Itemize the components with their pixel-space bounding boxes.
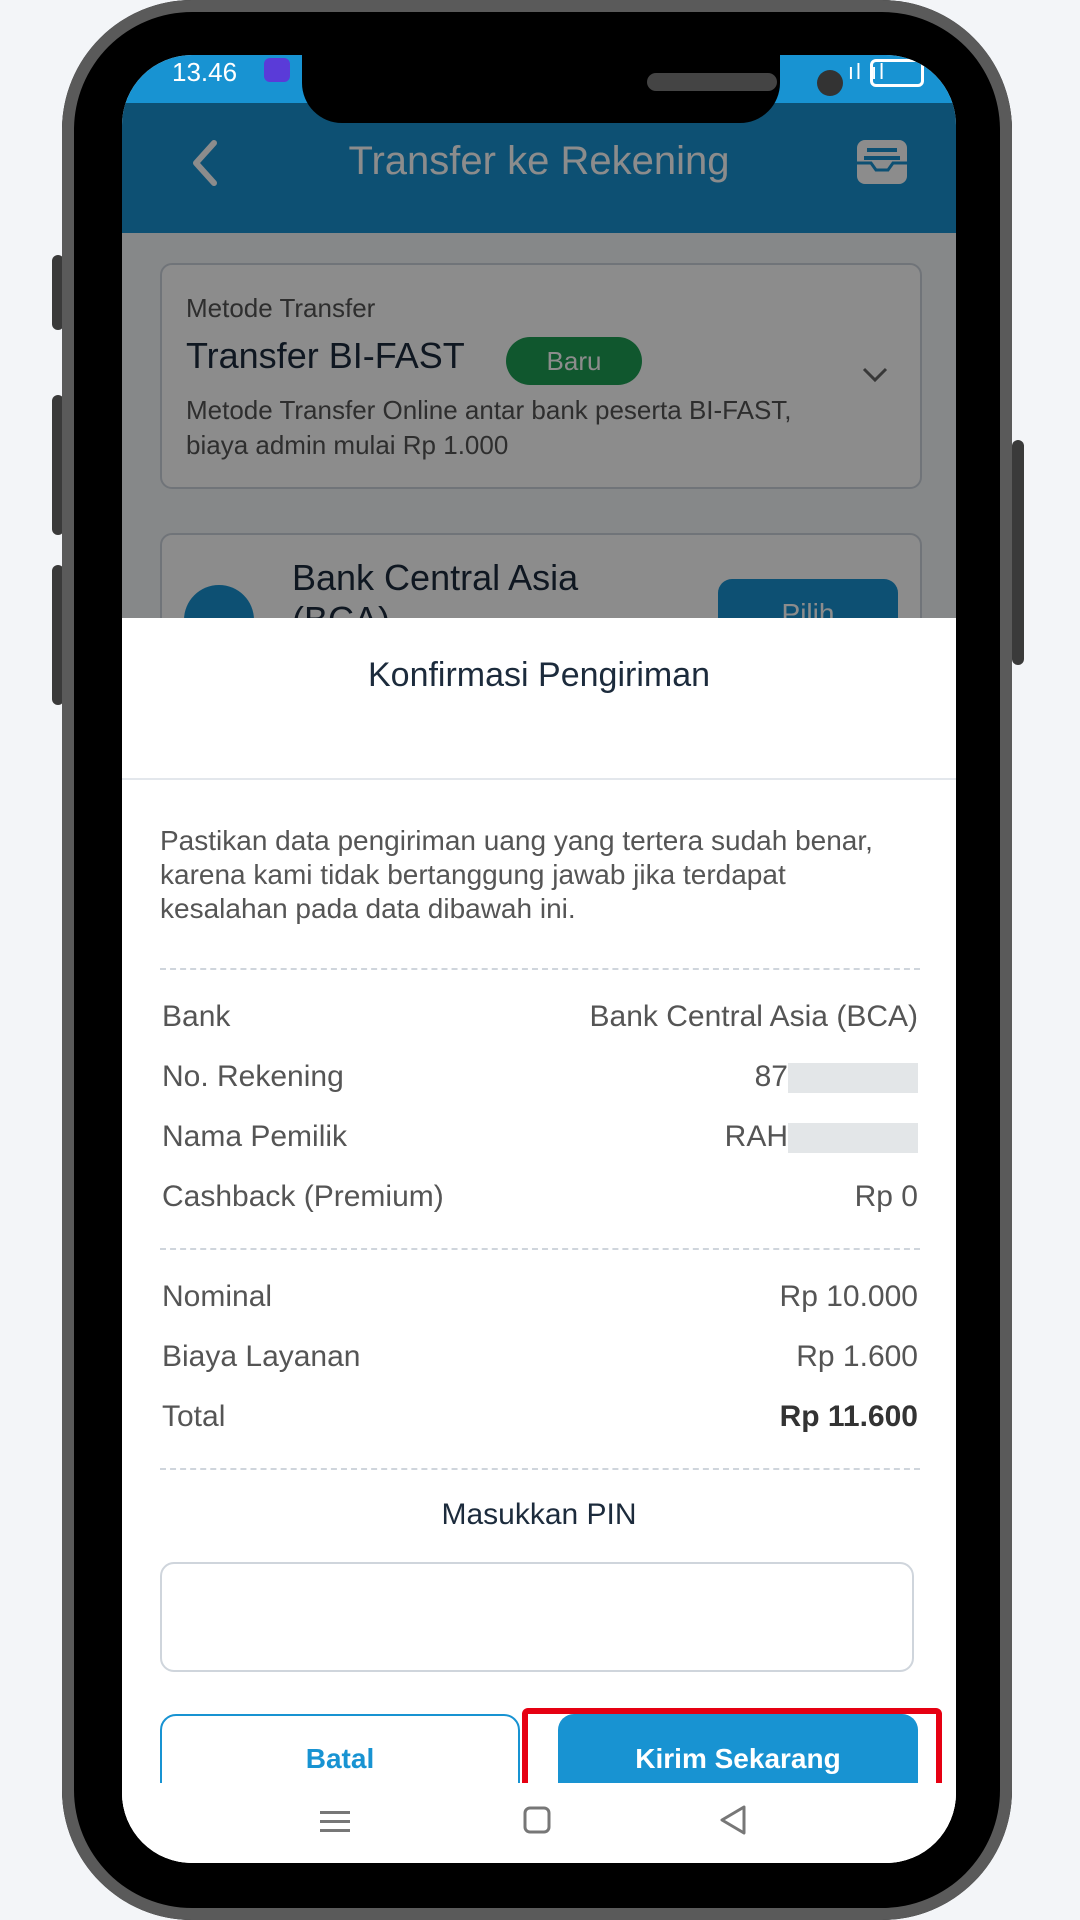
detail-label: Nama Pemilik [162,1120,348,1153]
amount-label: Total [162,1400,226,1433]
dashed-divider [160,1248,920,1250]
detail-value-masked: 87 [755,1060,918,1094]
redacted-block [788,1063,918,1094]
detail-label: No. Rekening [162,1060,344,1093]
amount-label: Biaya Layanan [162,1340,361,1373]
detail-value: Bank Central Asia (BCA) [589,1000,918,1033]
amount-row-nominal: Nominal Rp 10.000 [162,1280,918,1320]
system-nav-bar [122,1783,956,1863]
app-notification-icon [264,58,290,82]
amount-row-fee: Biaya Layanan Rp 1.600 [162,1340,918,1380]
dashed-divider [160,1468,920,1470]
amount-row-total: Total Rp 11.600 [162,1400,918,1440]
modal-overlay [122,103,956,673]
status-time: 13.46 [172,57,238,87]
front-camera [817,70,843,96]
camera-notch [302,55,843,123]
back-icon[interactable] [718,1803,750,1837]
detail-value: RAH [724,1120,788,1153]
detail-value-masked: RAH [725,1120,918,1154]
speaker-grille [647,73,777,91]
power-button [1012,440,1024,665]
detail-label: Cashback (Premium) [162,1180,444,1213]
divider [122,778,956,780]
detail-row-cashback: Cashback (Premium) Rp 0 [162,1180,918,1220]
confirmation-note: Pastikan data pengiriman uang yang terte… [160,825,873,924]
phone-screen: 13.46 ıl ıl Transfer ke Rekening Metode … [122,55,956,1863]
pin-label: Masukkan PIN [441,1498,637,1531]
dashed-divider [160,968,920,970]
amount-value: Rp 10.000 [779,1280,918,1313]
detail-row-owner: Nama Pemilik RAH [162,1120,918,1160]
detail-row-account: No. Rekening 87 [162,1060,918,1100]
battery-icon [870,59,924,87]
redacted-block [788,1123,918,1154]
modal-title: Konfirmasi Pengiriman [367,656,711,694]
menu-icon[interactable] [320,1809,350,1835]
total-value: Rp 11.600 [779,1400,918,1433]
pin-input[interactable] [160,1562,914,1672]
confirmation-sheet: Konfirmasi Pengiriman Pastikan data peng… [122,618,956,1863]
amount-value: Rp 1.600 [796,1340,918,1373]
amount-label: Nominal [162,1280,273,1313]
detail-label: Bank [162,1000,231,1033]
detail-value: 87 [754,1060,788,1093]
detail-row-bank: Bank Bank Central Asia (BCA) [162,1000,918,1040]
home-icon[interactable] [522,1805,552,1835]
detail-value: Rp 0 [854,1180,918,1213]
